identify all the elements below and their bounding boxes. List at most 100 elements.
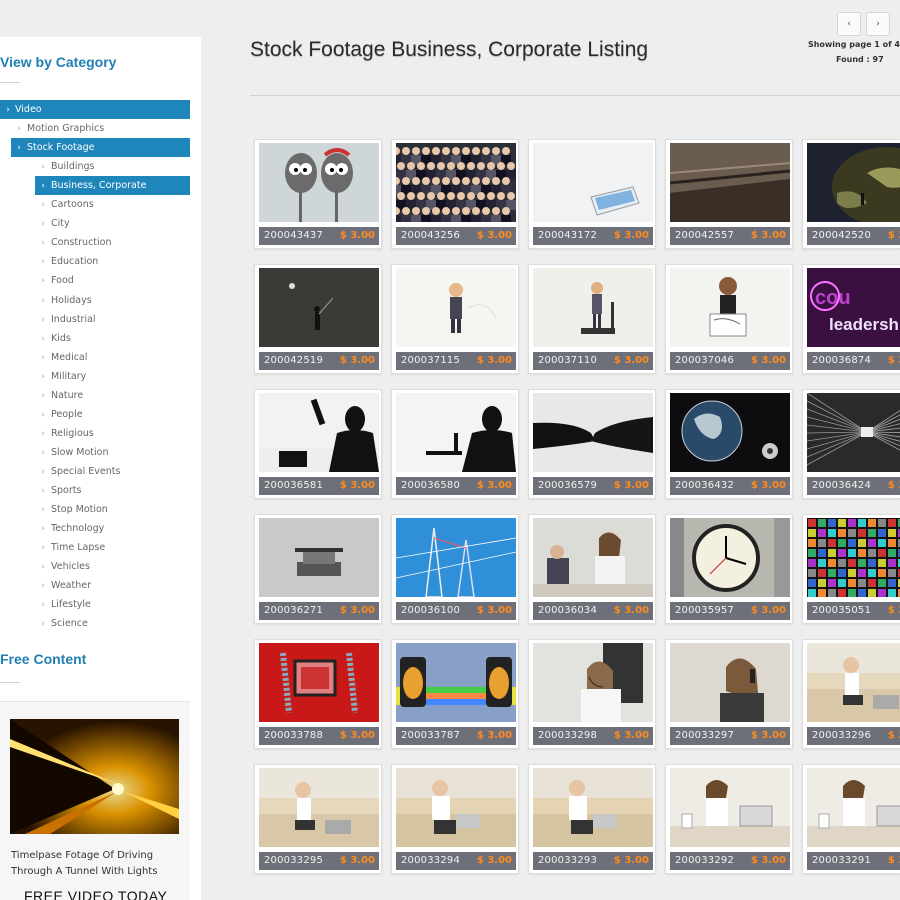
footage-card[interactable]: 200037110 $ 3.00 <box>528 264 656 374</box>
footage-thumbnail[interactable] <box>670 393 790 472</box>
footage-card[interactable]: 200043172 $ 3.00 <box>528 139 656 249</box>
footage-thumbnail[interactable] <box>670 643 790 722</box>
footage-thumbnail[interactable] <box>807 143 900 222</box>
footage-thumbnail[interactable] <box>533 143 653 222</box>
footage-card[interactable]: 200036581 $ 3.00 <box>254 389 382 499</box>
free-video-cta[interactable]: FREE VIDEO TODAY <box>24 888 167 900</box>
free-video-caption[interactable]: Timelpase Fotage Of Driving Through A Tu… <box>11 848 181 880</box>
footage-card[interactable]: 200037046 $ 3.00 <box>665 264 793 374</box>
footage-thumbnail[interactable] <box>807 518 900 597</box>
footage-id: 200043172 <box>538 230 598 241</box>
footage-card[interactable]: cou leadersh 200036874 $ 3.00 <box>802 264 900 374</box>
sidebar-category-item[interactable]: › Military <box>35 367 190 386</box>
footage-card[interactable]: 200043437 $ 3.00 <box>254 139 382 249</box>
footage-thumbnail[interactable]: cou leadersh <box>807 268 900 347</box>
sidebar-category-item[interactable]: › Religious <box>35 424 190 443</box>
footage-card[interactable]: 200033788 $ 3.00 <box>254 639 382 749</box>
footage-thumbnail[interactable] <box>670 143 790 222</box>
sidebar-category-item[interactable]: › Vehicles <box>35 557 190 576</box>
footage-card[interactable]: 200036271 $ 3.00 <box>254 514 382 624</box>
footage-card[interactable]: 200033292 $ 3.00 <box>665 764 793 874</box>
footage-card[interactable]: 200042520 $ 3.00 <box>802 139 900 249</box>
footage-card[interactable]: 200033297 $ 3.00 <box>665 639 793 749</box>
sidebar-category-label: Business, Corporate <box>51 180 147 192</box>
footage-thumbnail[interactable] <box>259 393 379 472</box>
sidebar-category-item[interactable]: › Video <box>0 100 190 119</box>
footage-thumbnail[interactable] <box>259 143 379 222</box>
footage-thumbnail[interactable] <box>259 268 379 347</box>
sidebar-category-item[interactable]: › Cartoons <box>35 195 190 214</box>
footage-thumbnail[interactable] <box>533 268 653 347</box>
footage-card[interactable]: 200035051 $ 3.00 <box>802 514 900 624</box>
sidebar-category-item[interactable]: › Construction <box>35 233 190 252</box>
footage-id: 200033298 <box>538 730 598 741</box>
footage-card[interactable]: 200033296 $ 3.00 <box>802 639 900 749</box>
footage-thumbnail[interactable] <box>259 518 379 597</box>
footage-thumbnail[interactable] <box>259 643 379 722</box>
footage-card[interactable]: 200036579 $ 3.00 <box>528 389 656 499</box>
footage-thumbnail[interactable] <box>533 393 653 472</box>
next-page-button[interactable]: › <box>866 12 890 36</box>
sidebar-category-item[interactable]: › Technology <box>35 519 190 538</box>
sidebar-category-item[interactable]: › Food <box>35 271 190 290</box>
sidebar-category-item[interactable]: › Sports <box>35 481 190 500</box>
footage-card[interactable]: 200033291 $ 3.00 <box>802 764 900 874</box>
footage-card[interactable]: 200042519 $ 3.00 <box>254 264 382 374</box>
footage-thumbnail[interactable] <box>396 518 516 597</box>
sidebar-category-item[interactable]: › Science <box>35 614 190 633</box>
footage-card[interactable]: 200033787 $ 3.00 <box>391 639 519 749</box>
footage-card[interactable]: 200033294 $ 3.00 <box>391 764 519 874</box>
sidebar-category-item[interactable]: › Business, Corporate <box>35 176 190 196</box>
footage-card[interactable]: 200036100 $ 3.00 <box>391 514 519 624</box>
footage-info-bar: 200042557 $ 3.00 <box>670 227 790 245</box>
footage-card[interactable]: 200036034 $ 3.00 <box>528 514 656 624</box>
sidebar-category-item[interactable]: › Buildings <box>35 157 190 176</box>
footage-thumbnail[interactable] <box>396 393 516 472</box>
sidebar-category-item[interactable]: › Stock Footage <box>11 138 190 158</box>
sidebar-category-item[interactable]: › City <box>35 214 190 233</box>
sidebar-category-item[interactable]: › Time Lapse <box>35 538 190 557</box>
sidebar-category-item[interactable]: › Education <box>35 252 190 271</box>
sidebar-category-item[interactable]: › Nature <box>35 386 190 405</box>
footage-thumbnail[interactable] <box>259 768 379 847</box>
free-video-thumbnail[interactable] <box>10 719 179 834</box>
sidebar-category-item[interactable]: › Special Events <box>35 462 190 481</box>
prev-page-button[interactable]: ‹ <box>837 12 861 36</box>
footage-card[interactable]: 200043256 $ 3.00 <box>391 139 519 249</box>
footage-thumbnail[interactable] <box>670 768 790 847</box>
footage-card[interactable]: 200036580 $ 3.00 <box>391 389 519 499</box>
footage-thumbnail[interactable] <box>807 393 900 472</box>
footage-thumbnail[interactable] <box>670 268 790 347</box>
sidebar-category-item[interactable]: › Holidays <box>35 291 190 310</box>
sidebar-category-item[interactable]: › People <box>35 405 190 424</box>
footage-thumbnail[interactable] <box>670 518 790 597</box>
footage-card[interactable]: 200033295 $ 3.00 <box>254 764 382 874</box>
footage-thumbnail[interactable] <box>396 768 516 847</box>
footage-id: 200033787 <box>401 730 461 741</box>
sidebar-category-item[interactable]: › Weather <box>35 576 190 595</box>
sidebar-category-item[interactable]: › Lifestyle <box>35 595 190 614</box>
footage-card[interactable]: 200037115 $ 3.00 <box>391 264 519 374</box>
sidebar-category-item[interactable]: › Industrial <box>35 310 190 329</box>
footage-card[interactable]: 200035957 $ 3.00 <box>665 514 793 624</box>
sidebar-category-item[interactable]: › Medical <box>35 348 190 367</box>
footage-thumbnail[interactable] <box>533 643 653 722</box>
footage-info-bar: 200042520 $ 3.00 <box>807 227 900 245</box>
footage-card[interactable]: 200036432 $ 3.00 <box>665 389 793 499</box>
footage-thumbnail[interactable] <box>807 643 900 722</box>
footage-card[interactable]: 200033298 $ 3.00 <box>528 639 656 749</box>
footage-thumbnail[interactable] <box>396 143 516 222</box>
footage-info-bar: 200035957 $ 3.00 <box>670 602 790 620</box>
footage-thumbnail[interactable] <box>396 643 516 722</box>
sidebar-category-item[interactable]: › Stop Motion <box>35 500 190 519</box>
footage-thumbnail[interactable] <box>533 768 653 847</box>
footage-card[interactable]: 200036424 $ 3.00 <box>802 389 900 499</box>
footage-card[interactable]: 200042557 $ 3.00 <box>665 139 793 249</box>
footage-card[interactable]: 200033293 $ 3.00 <box>528 764 656 874</box>
sidebar-category-item[interactable]: › Kids <box>35 329 190 348</box>
footage-thumbnail[interactable] <box>807 768 900 847</box>
footage-thumbnail[interactable] <box>396 268 516 347</box>
footage-thumbnail[interactable] <box>533 518 653 597</box>
sidebar-category-item[interactable]: › Motion Graphics <box>11 119 190 138</box>
sidebar-category-item[interactable]: › Slow Motion <box>35 443 190 462</box>
